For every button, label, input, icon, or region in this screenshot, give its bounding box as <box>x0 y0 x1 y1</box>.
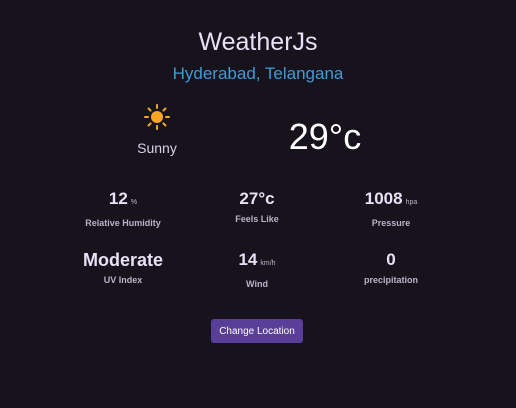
uv-index-value: Moderate <box>82 250 163 270</box>
stat-pressure: 1008 hpa Pressure <box>321 189 461 228</box>
feels-like-value: 27°c <box>239 189 275 208</box>
sun-icon <box>144 104 170 130</box>
pressure-value: 1008 hpa <box>364 189 418 208</box>
wind-value: 14 km/h <box>238 250 276 269</box>
pressure-unit: hpa <box>405 199 418 206</box>
stat-wind: 14 km/h Wind <box>187 250 327 289</box>
wind-label: Wind <box>246 279 268 289</box>
precipitation-label: precipitation <box>363 275 418 285</box>
condition-label: Sunny <box>137 140 177 156</box>
pressure-label: Pressure <box>371 218 411 228</box>
humidity-unit: % <box>130 199 138 206</box>
feels-like-label: Feels Like <box>235 214 279 224</box>
stat-humidity: 12% Relative Humidity <box>53 189 193 228</box>
stat-precipitation: 0 precipitation <box>321 250 461 285</box>
current-temperature: 29°c <box>288 116 362 157</box>
wind-unit: km/h <box>260 260 276 267</box>
stat-uv-index: Moderate UV Index <box>53 250 193 285</box>
change-location-button[interactable]: Change Location <box>211 319 303 343</box>
uv-index-label: UV Index <box>103 275 143 285</box>
humidity-label: Relative Humidity <box>85 218 161 228</box>
precipitation-value: 0 <box>386 250 396 269</box>
app-title: WeatherJs <box>198 28 318 56</box>
stat-feels-like: 27°c Feels Like <box>187 189 327 224</box>
humidity-value: 12% <box>108 189 138 208</box>
current-condition: Sunny <box>107 104 207 156</box>
weather-app: WeatherJs Hyderabad, Telangana Sunny 29°… <box>0 0 516 408</box>
location-name: Hyderabad, Telangana <box>172 64 344 83</box>
